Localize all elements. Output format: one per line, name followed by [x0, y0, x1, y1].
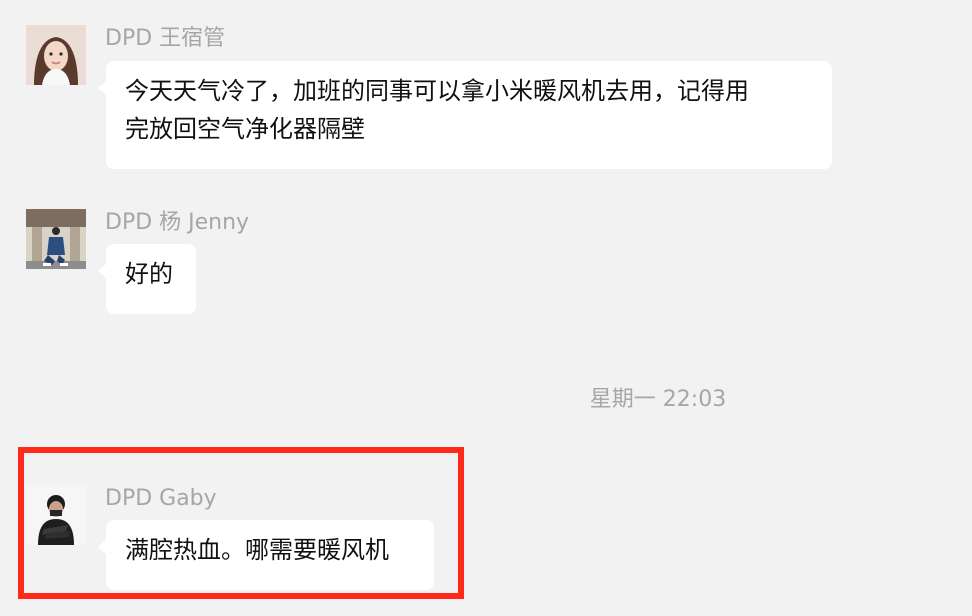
message-item: DPD Gaby 满腔热血。哪需要暖风机 — [0, 470, 972, 600]
sender-name: DPD 杨 Jenny — [105, 210, 250, 235]
message-bubble[interactable]: 满腔热血。哪需要暖风机 — [98, 520, 434, 590]
avatar[interactable] — [26, 25, 86, 85]
message-text-line: 完放回空气净化器隔壁 — [125, 115, 365, 143]
avatar[interactable] — [26, 209, 86, 269]
timestamp: 星期一 22:03 — [589, 387, 727, 412]
message-text-line: 今天天气冷了，加班的同事可以拿小米暖风机去用，记得用 — [125, 77, 749, 105]
sender-name: DPD 王宿管 — [105, 26, 226, 51]
avatar-image — [26, 25, 86, 85]
message-item: DPD 杨 Jenny 好的 — [0, 190, 972, 330]
message-text-line: 满腔热血。哪需要暖风机 — [125, 536, 389, 564]
sender-name: DPD Gaby — [105, 486, 217, 511]
avatar[interactable] — [26, 485, 86, 545]
message-item: DPD 王宿管 今天天气冷了，加班的同事可以拿小米暖风机去用，记得用 完放回空气… — [0, 0, 972, 190]
avatar-image — [26, 485, 86, 545]
avatar-image — [26, 209, 86, 269]
message-text-line: 好的 — [125, 260, 173, 288]
message-bubble[interactable]: 好的 — [98, 244, 196, 314]
message-bubble[interactable]: 今天天气冷了，加班的同事可以拿小米暖风机去用，记得用 完放回空气净化器隔壁 — [98, 61, 832, 169]
